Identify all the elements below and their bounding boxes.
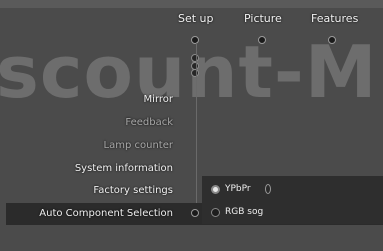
tab-features-indicator-icon — [328, 36, 336, 44]
tab-picture-indicator-icon — [258, 36, 266, 44]
menu-item-factory-settings[interactable]: Factory settings — [93, 185, 173, 196]
tab-features[interactable]: Features — [311, 12, 358, 25]
bottom-area — [0, 225, 383, 251]
option-rgb-sog-label[interactable]: RGB sog — [225, 207, 263, 217]
tab-set-up-indicator-icon — [191, 36, 199, 44]
scroll-handle-icon — [265, 184, 271, 194]
selected-row-indicator-icon — [191, 209, 199, 217]
tab-picture[interactable]: Picture — [244, 12, 282, 25]
radio-rgb-sog-icon[interactable] — [211, 208, 220, 217]
top-strip — [0, 0, 383, 8]
menu-item-auto-component-selection[interactable]: Auto Component Selection — [39, 208, 173, 219]
option-ypbpr-label[interactable]: YPbPr — [225, 184, 251, 194]
tab-set-up[interactable]: Set up — [178, 12, 214, 25]
menu-item-feedback: Feedback — [125, 117, 173, 128]
menu-item-lamp-counter: Lamp counter — [103, 140, 173, 151]
menu-divider — [196, 42, 197, 217]
radio-ypbpr-icon[interactable] — [211, 185, 220, 194]
scroll-indicator-icon — [191, 54, 199, 62]
background-watermark: scount-M — [0, 30, 378, 114]
menu-item-system-information[interactable]: System information — [75, 163, 173, 174]
menu-item-mirror[interactable]: Mirror — [144, 94, 173, 105]
scroll-indicator-icon — [191, 69, 199, 77]
